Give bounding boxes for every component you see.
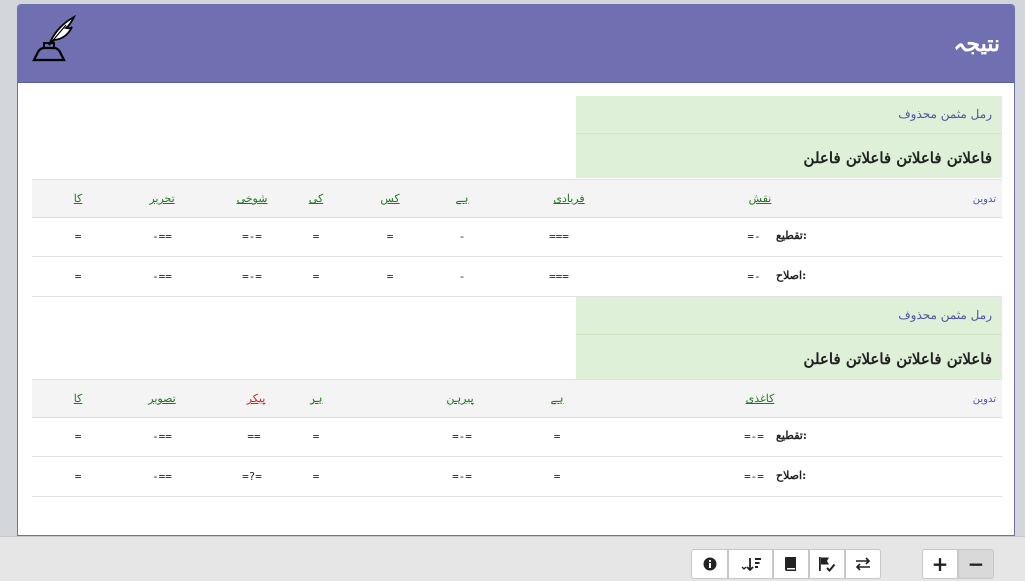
word-link[interactable]: نقش bbox=[749, 192, 772, 205]
scan-value: = bbox=[553, 430, 561, 443]
word-link[interactable]: کا bbox=[74, 192, 83, 205]
word-link[interactable]: فریادی bbox=[553, 192, 584, 205]
scan-row: تقطیع: =- === - = = =-= -== = bbox=[32, 217, 1002, 257]
scan-value: =-= bbox=[744, 430, 764, 443]
correction-row: اصلاح: =-= = =-= = =?= -== = bbox=[32, 457, 1002, 497]
scan-value: =- bbox=[747, 230, 761, 243]
swap-icon bbox=[854, 557, 872, 571]
flag-check-icon bbox=[818, 556, 836, 572]
correction-value: =- bbox=[747, 270, 761, 283]
word-link[interactable]: کا bbox=[74, 392, 83, 405]
bottom-toolbar: + − bbox=[0, 536, 1025, 581]
edit-label: تدوین bbox=[972, 194, 996, 205]
correction-value: =?= bbox=[242, 470, 262, 483]
correction-value: -== bbox=[152, 470, 172, 483]
word-link-error[interactable]: پیکر bbox=[247, 392, 266, 405]
correction-value: - bbox=[458, 270, 466, 283]
sort-button[interactable] bbox=[728, 549, 773, 579]
scan-value: = bbox=[386, 230, 394, 243]
scan-value: == bbox=[247, 430, 261, 443]
scan-value: === bbox=[549, 230, 569, 243]
correction-value: = bbox=[553, 470, 561, 483]
edit-label: تدوین bbox=[972, 394, 996, 405]
word-link[interactable]: کاغذی bbox=[746, 392, 775, 405]
word-link[interactable]: پیرہن bbox=[446, 392, 473, 405]
quill-inkpot-icon bbox=[30, 13, 80, 63]
flag-check-button[interactable] bbox=[809, 549, 845, 579]
meter-header: رمل مثمن محذوف فاعلاتن فاعلاتن فاعلاتن ف… bbox=[576, 96, 1002, 178]
sort-icon bbox=[740, 556, 762, 572]
correction-value: =-= bbox=[744, 470, 764, 483]
scan-value: = bbox=[74, 430, 82, 443]
correction-value: = bbox=[74, 270, 82, 283]
book-icon bbox=[784, 556, 798, 572]
correction-value: -== bbox=[152, 270, 172, 283]
word-link[interactable]: شوخی bbox=[237, 192, 268, 205]
words-row: تدوین کاغذی ہے پیرہن ہر پیکر تصویر کا bbox=[32, 379, 1002, 418]
book-button[interactable] bbox=[773, 549, 809, 579]
zoom-in-button[interactable]: + bbox=[922, 549, 958, 579]
correction-value: === bbox=[549, 270, 569, 283]
scan-row: تقطیع: =-= = =-= = == -== = bbox=[32, 417, 1002, 457]
correction-row: اصلاح: =- === - = = =-= -== = bbox=[32, 257, 1002, 297]
correction-value: =-= bbox=[242, 270, 262, 283]
zoom-out-button[interactable]: − bbox=[958, 549, 994, 579]
word-link[interactable]: ہے bbox=[551, 392, 564, 405]
correction-value: =-= bbox=[452, 470, 472, 483]
swap-button[interactable] bbox=[845, 549, 881, 579]
scan-value: = bbox=[74, 230, 82, 243]
meter-name: رمل مثمن محذوف bbox=[576, 297, 1002, 335]
scan-value: -== bbox=[152, 430, 172, 443]
scan-value: -== bbox=[152, 230, 172, 243]
scan-value: = bbox=[312, 430, 320, 443]
word-link[interactable]: ہر bbox=[310, 392, 323, 405]
scan-value: =-= bbox=[242, 230, 262, 243]
word-link[interactable]: تحریر bbox=[149, 192, 174, 205]
correction-label: اصلاح: bbox=[776, 469, 807, 482]
info-icon bbox=[703, 557, 717, 571]
correction-value: = bbox=[74, 470, 82, 483]
correction-value: = bbox=[386, 270, 394, 283]
word-link[interactable]: کی bbox=[309, 192, 323, 205]
word-link[interactable]: ہے bbox=[456, 192, 469, 205]
correction-label: اصلاح: bbox=[776, 269, 807, 282]
scan-value: =-= bbox=[452, 430, 472, 443]
meter-header: رمل مثمن محذوف فاعلاتن فاعلاتن فاعلاتن ف… bbox=[576, 297, 1002, 379]
meter-feet: فاعلاتن فاعلاتن فاعلاتن فاعلن bbox=[803, 350, 992, 368]
correction-value: = bbox=[312, 470, 320, 483]
info-button[interactable] bbox=[691, 549, 728, 579]
page-title: نتیجہ bbox=[953, 31, 1001, 57]
meter-name: رمل مثمن محذوف bbox=[576, 96, 1002, 134]
results-panel: نتیجہ رمل مثمن محذوف فاعلاتن فاعلاتن فاع… bbox=[17, 4, 1015, 536]
meter-feet: فاعلاتن فاعلاتن فاعلاتن فاعلن bbox=[803, 149, 992, 167]
words-row: تدوین نقش فریادی ہے کس کی شوخی تحریر کا bbox=[32, 179, 1002, 218]
word-link[interactable]: تصویر bbox=[148, 392, 175, 405]
scan-label: تقطیع: bbox=[776, 429, 807, 442]
scan-label: تقطیع: bbox=[776, 229, 807, 242]
word-link[interactable]: کس bbox=[380, 192, 399, 205]
correction-value: = bbox=[312, 270, 320, 283]
results-header: نتیجہ bbox=[18, 5, 1014, 83]
scan-value: = bbox=[312, 230, 320, 243]
scan-value: - bbox=[458, 230, 466, 243]
